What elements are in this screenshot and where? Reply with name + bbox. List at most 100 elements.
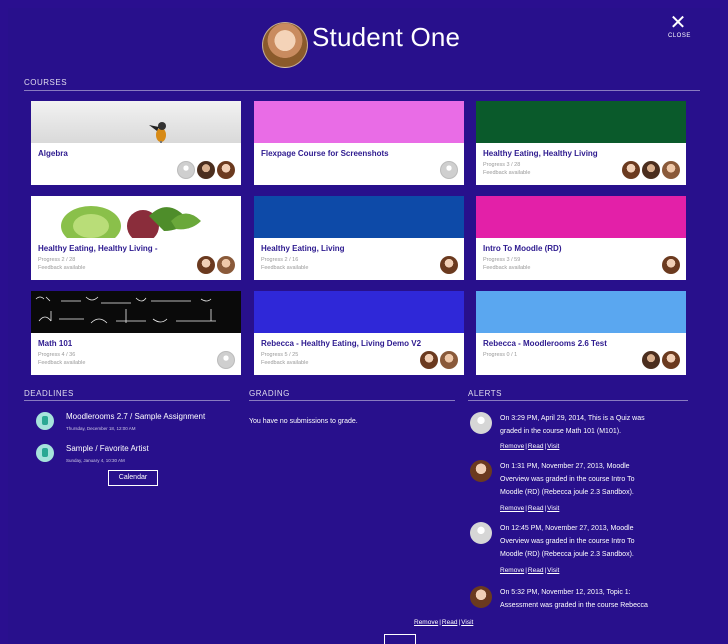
- course-card-algebra[interactable]: Algebra: [31, 101, 241, 185]
- course-image: [254, 196, 464, 238]
- course-progress: Progress 2 / 16: [261, 257, 299, 263]
- alerts-section-title: ALERTS: [468, 389, 502, 398]
- course-progress: Progress 4 / 36: [38, 352, 76, 358]
- course-progress: Progress 5 / 25: [261, 352, 299, 358]
- grading-panel: You have no submissions to grade.: [249, 388, 455, 644]
- course-title: Intro To Moodle (RD): [483, 244, 562, 253]
- alert-remove-link[interactable]: Remove: [500, 505, 524, 512]
- teacher-avatar: [662, 351, 680, 369]
- course-title: Algebra: [38, 149, 68, 158]
- alert-remove-link[interactable]: Remove: [500, 567, 524, 574]
- course-progress: Progress 3 / 59: [483, 257, 521, 263]
- course-card-healthy-eating-living[interactable]: Healthy Eating, Living Progress 2 / 16 F…: [254, 196, 464, 280]
- teacher-avatar: [642, 351, 660, 369]
- assignment-icon: [36, 444, 54, 462]
- teacher-avatars: [440, 256, 458, 274]
- deadline-item[interactable]: Sample / Favorite Artist Sunday, January…: [36, 444, 246, 468]
- course-card-intro-moodle[interactable]: Intro To Moodle (RD) Progress 3 / 59 Fee…: [476, 196, 686, 280]
- course-title: Math 101: [38, 339, 73, 348]
- deadline-title: Sample / Favorite Artist: [66, 444, 149, 453]
- course-card-healthy-eating-2[interactable]: Healthy Eating, Healthy Living - Progres…: [31, 196, 241, 280]
- course-card-rebecca-healthy[interactable]: Rebecca - Healthy Eating, Living Demo V2…: [254, 291, 464, 375]
- alerts-divider: [468, 400, 688, 401]
- teacher-avatar: [622, 161, 640, 179]
- deadline-date: Sunday, January 4, 10:30 AM: [66, 458, 125, 463]
- alert-read-link[interactable]: Read: [528, 567, 544, 574]
- deadline-date: Thursday, December 18, 12:00 AM: [66, 426, 136, 431]
- course-card-math-101[interactable]: Math 101 Progress 4 / 36 Feedback availa…: [31, 291, 241, 375]
- course-progress: Progress 3 / 28: [483, 162, 521, 168]
- course-card-rebecca-moodlerooms[interactable]: Rebecca - Moodlerooms 2.6 Test Progress …: [476, 291, 686, 375]
- course-title: Healthy Eating, Healthy Living: [483, 149, 598, 158]
- alert-links: Remove|Read|Visit: [500, 505, 560, 512]
- courses-divider: [24, 90, 700, 91]
- course-feedback: Feedback available: [38, 265, 86, 271]
- teacher-avatars: [177, 161, 235, 179]
- alert-text: On 5:32 PM, November 12, 2013, Topic 1: …: [500, 589, 648, 609]
- course-card-flexpage[interactable]: Flexpage Course for Screenshots: [254, 101, 464, 185]
- course-title: Rebecca - Healthy Eating, Living Demo V2: [261, 339, 421, 348]
- course-feedback: Feedback available: [483, 170, 531, 176]
- deadline-item[interactable]: Moodlerooms 2.7 / Sample Assignment Thur…: [36, 412, 246, 436]
- alert-visit-link[interactable]: Visit: [547, 567, 559, 574]
- teacher-avatars: [642, 351, 680, 369]
- teacher-avatars: [440, 161, 458, 179]
- course-feedback: Feedback available: [38, 360, 86, 366]
- deadlines-section-title: DEADLINES: [24, 389, 74, 398]
- bird-image: [149, 122, 166, 143]
- course-image: [254, 291, 464, 333]
- teacher-avatars: [622, 161, 680, 179]
- calendar-button[interactable]: Calendar: [108, 470, 158, 486]
- alert-read-link[interactable]: Read: [528, 505, 544, 512]
- course-image: [31, 291, 241, 333]
- student-name: Student One: [312, 22, 461, 52]
- deadline-title: Moodlerooms 2.7 / Sample Assignment: [66, 412, 206, 421]
- assignment-icon: [36, 412, 54, 430]
- close-button[interactable]: ✕ CLOSE: [668, 12, 690, 42]
- alert-text: On 12:45 PM, November 27, 2013, Moodle O…: [500, 525, 635, 558]
- alert-read-link[interactable]: Read: [528, 443, 544, 450]
- teacher-avatar: [177, 161, 195, 179]
- alert-avatar: [470, 460, 492, 482]
- header: Student One ✕ CLOSE: [8, 8, 720, 68]
- teacher-avatars: [217, 351, 235, 369]
- deadlines-divider: [24, 400, 230, 401]
- course-image: [476, 101, 686, 143]
- alert-visit-link[interactable]: Visit: [461, 619, 473, 626]
- alert-avatar: [470, 412, 492, 434]
- teacher-avatar: [440, 351, 458, 369]
- teacher-avatars: [197, 256, 235, 274]
- course-feedback: Feedback available: [261, 265, 309, 271]
- alert-item: On 12:45 PM, November 27, 2013, Moodle O…: [470, 522, 690, 586]
- teacher-avatar: [420, 351, 438, 369]
- alert-item: On 3:29 PM, April 29, 2014, This is a Qu…: [470, 412, 690, 462]
- course-card-healthy-eating-1[interactable]: Healthy Eating, Healthy Living Progress …: [476, 101, 686, 185]
- course-image: [254, 101, 464, 143]
- course-image: [31, 101, 241, 143]
- alert-visit-link[interactable]: Visit: [547, 443, 559, 450]
- alert-remove-link[interactable]: Remove: [500, 443, 524, 450]
- course-image: [476, 291, 686, 333]
- alert-remove-link[interactable]: Remove: [414, 619, 438, 626]
- teacher-avatar: [217, 161, 235, 179]
- course-title: Healthy Eating, Living: [261, 244, 345, 253]
- alert-avatar: [470, 586, 492, 608]
- course-feedback: Feedback available: [261, 360, 309, 366]
- alert-links: Remove|Read|Visit: [414, 619, 474, 626]
- teacher-avatar: [440, 256, 458, 274]
- course-title: Healthy Eating, Healthy Living -: [38, 244, 158, 253]
- student-overview-modal: Student One ✕ CLOSE COURSES Algebra Flex…: [8, 8, 720, 644]
- more-button[interactable]: [384, 634, 416, 644]
- course-progress: Progress 0 / 1: [483, 352, 518, 358]
- close-icon: ✕: [669, 12, 687, 34]
- course-image: [31, 196, 241, 246]
- vegetables-image: [61, 206, 201, 246]
- course-title: Flexpage Course for Screenshots: [261, 149, 389, 158]
- alert-read-link[interactable]: Read: [442, 619, 458, 626]
- alert-visit-link[interactable]: Visit: [547, 505, 559, 512]
- course-image: [476, 196, 686, 238]
- grading-message: You have no submissions to grade.: [249, 418, 358, 425]
- teacher-avatar: [217, 351, 235, 369]
- alert-text: On 3:29 PM, April 29, 2014, This is a Qu…: [500, 415, 645, 435]
- chalkboard-image: [35, 296, 216, 324]
